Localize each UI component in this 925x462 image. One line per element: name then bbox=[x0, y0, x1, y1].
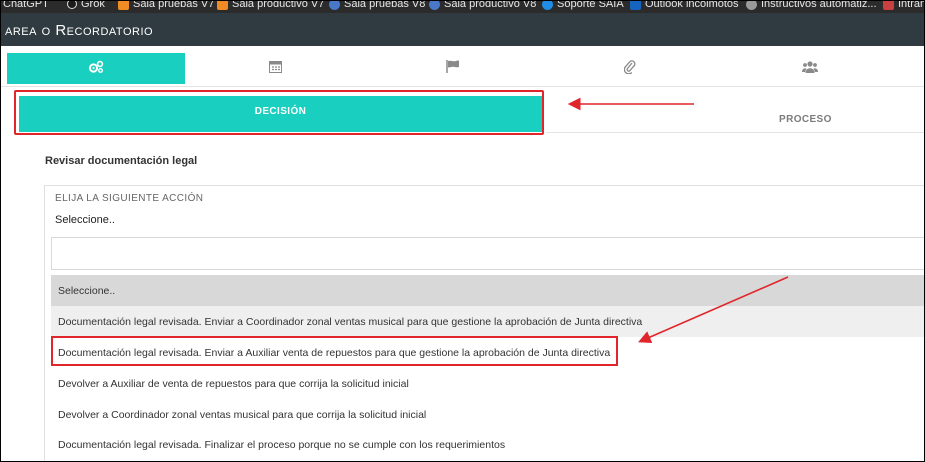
screenshot-frame: ChatGPT Grok Sala pruebas V7 Sala produc… bbox=[0, 0, 925, 462]
annotation-arrows bbox=[567, 97, 789, 344]
annotation-arrow-option bbox=[638, 276, 789, 344]
